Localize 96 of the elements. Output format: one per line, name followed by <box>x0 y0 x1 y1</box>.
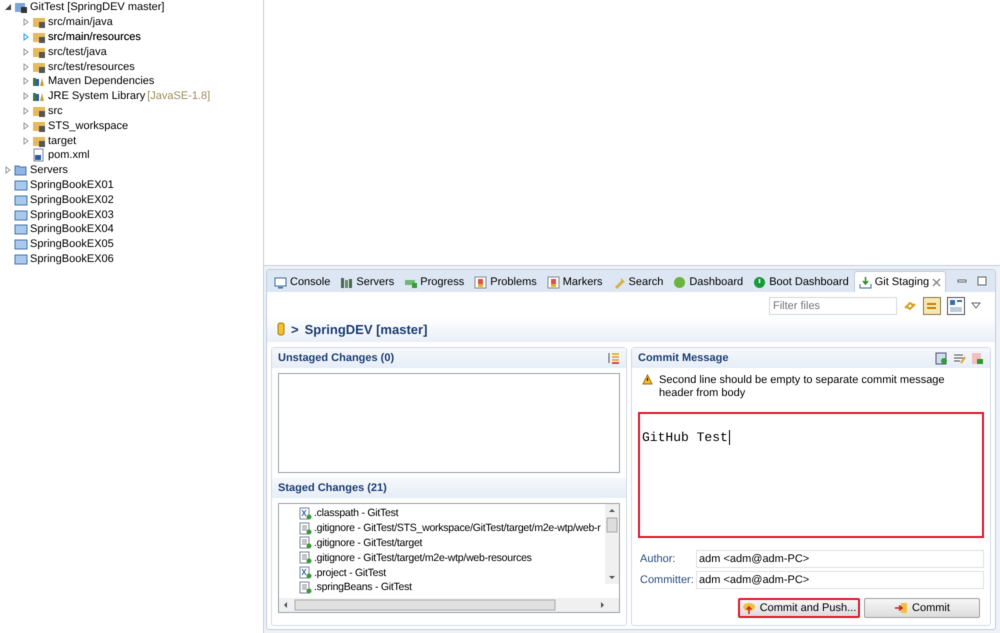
maximize-icon[interactable] <box>977 276 987 286</box>
view-tab[interactable]: Markers <box>542 271 608 292</box>
library-version: [JavaSE-1.8] <box>147 90 210 102</box>
expand-arrow-icon[interactable] <box>22 92 30 100</box>
view-tab[interactable]: Console <box>269 271 336 292</box>
committer-field[interactable]: adm <adm@adm-PC> <box>696 570 984 588</box>
view-tab[interactable]: Search <box>608 271 668 292</box>
view-tab[interactable]: Dashboard <box>668 271 748 292</box>
expand-arrow-icon[interactable] <box>22 18 30 26</box>
expand-arrow-icon[interactable] <box>22 106 30 115</box>
tree-item-label[interactable]: Maven Dependencies <box>48 75 154 88</box>
filter-field[interactable]: Filter files <box>769 296 897 314</box>
tree-item-label[interactable]: SpringBookEX06 <box>30 252 114 265</box>
repository-separator: > <box>291 322 299 336</box>
vertical-scrollbar[interactable] <box>605 504 619 584</box>
expand-arrow-icon[interactable] <box>22 32 30 41</box>
tree-item-label[interactable]: src <box>48 104 63 117</box>
warning-icon <box>642 374 653 385</box>
change-id-icon <box>971 352 984 364</box>
view-tab[interactable]: Problems <box>469 271 542 292</box>
amend-icon <box>953 352 966 364</box>
close-icon[interactable] <box>932 278 942 286</box>
xml-file-icon <box>32 148 46 162</box>
tree-item-label[interactable]: STS_workspace <box>48 120 128 132</box>
power-icon <box>753 276 766 288</box>
text-file-icon <box>299 536 312 550</box>
expand-arrow-icon[interactable] <box>22 122 30 130</box>
tree-item-label[interactable]: src/test/java <box>48 46 107 58</box>
commit-button[interactable]: Commit <box>864 598 980 618</box>
warning-message: Second line should be empty to separate commit message header from body <box>659 374 946 400</box>
field-label: Committer: <box>640 574 692 586</box>
view-menu-icon[interactable] <box>971 302 981 310</box>
collapse-arrow-icon[interactable] <box>4 3 12 12</box>
sort-list-icon <box>608 352 620 364</box>
open-folder-icon <box>14 163 28 178</box>
repository-icon <box>277 322 285 336</box>
text-file-icon <box>299 580 312 594</box>
expand-arrow-icon[interactable] <box>22 136 30 145</box>
warning-list-icon <box>474 276 488 288</box>
horizontal-scrollbar[interactable] <box>279 598 619 612</box>
tree-item-label[interactable]: SpringBookEX03 <box>30 208 114 221</box>
download-tray-icon <box>858 276 872 288</box>
view-tab[interactable]: Servers <box>335 271 400 292</box>
expand-arrow-icon[interactable] <box>22 62 30 71</box>
staged-file[interactable]: .project - GitTest <box>314 566 386 579</box>
monitor-icon <box>274 276 287 288</box>
staged-file[interactable]: .gitignore - GitTest/target <box>314 536 422 549</box>
folder-icon <box>14 222 28 236</box>
field-label: Author: <box>640 552 676 564</box>
package-folder-icon <box>32 15 46 30</box>
tree-item-label[interactable]: src/test/resources <box>48 60 135 73</box>
commit-icon <box>894 601 908 615</box>
text-file-icon <box>299 551 312 564</box>
staged-file[interactable]: .springBeans - GitTest <box>314 581 412 594</box>
tree-item-label[interactable]: GitTest [SpringDEV master] <box>30 1 164 14</box>
staged-file[interactable]: .classpath - GitTest <box>314 507 398 520</box>
link-toggle-icon[interactable] <box>923 296 941 314</box>
folder-icon <box>14 237 28 252</box>
tree-item-label[interactable]: SpringBookEX04 <box>30 223 114 236</box>
text-file-icon <box>299 522 312 535</box>
layout-toggle-icon[interactable] <box>947 296 965 314</box>
author-field[interactable]: adm <adm@adm-PC> <box>696 550 984 568</box>
section-title: Staged Changes (21) <box>278 482 387 494</box>
tree-item-label[interactable]: src/main/resources <box>48 30 141 43</box>
xml-file-icon <box>299 566 312 580</box>
project-icon <box>14 0 28 14</box>
tree-item-label[interactable]: src/main/java <box>48 16 113 28</box>
expand-arrow-icon[interactable] <box>22 77 30 86</box>
folder-icon <box>14 252 28 266</box>
view-tab[interactable]: Progress <box>399 271 470 292</box>
folder-icon <box>14 208 28 222</box>
warning-list-icon <box>546 276 560 288</box>
repository-title: SpringDEV [master] <box>304 322 428 336</box>
view-tab[interactable]: Boot Dashboard <box>748 271 854 292</box>
tree-item-label[interactable]: SpringBookEX05 <box>30 238 114 250</box>
folder-icon <box>14 178 28 192</box>
staged-file[interactable]: .gitignore - GitTest/target/m2e-wtp/web-resources <box>314 552 532 564</box>
section-title: Unstaged Changes (0) <box>278 352 394 364</box>
tree-item-label[interactable]: pom.xml <box>48 149 90 162</box>
tree-item-label[interactable]: SpringBookEX02 <box>30 194 114 206</box>
signed-off-icon <box>935 352 948 364</box>
expand-arrow-icon[interactable] <box>4 166 12 174</box>
staged-file[interactable]: .gitignore - GitTest/STS_workspace/GitTest/target/m2e-wtp/web-r <box>314 522 601 534</box>
view-tab[interactable]: Git Staging <box>854 271 946 292</box>
tree-item-label[interactable]: JRE System Library <box>48 90 146 102</box>
cloud-upload-icon <box>742 601 756 615</box>
tree-item-label[interactable]: SpringBookEX01 <box>30 178 114 191</box>
section-title: Commit Message <box>638 352 728 364</box>
xml-file-icon <box>299 506 312 520</box>
servers-icon <box>340 276 354 288</box>
tree-item-label[interactable]: Servers <box>30 164 68 176</box>
tree-item-label[interactable]: target <box>48 134 76 147</box>
commit-and-push-button[interactable]: Commit and Push... <box>738 598 860 618</box>
folder-icon <box>14 192 28 207</box>
commit-message-field[interactable]: GitHub Test <box>638 412 984 538</box>
expand-arrow-icon[interactable] <box>22 48 30 56</box>
